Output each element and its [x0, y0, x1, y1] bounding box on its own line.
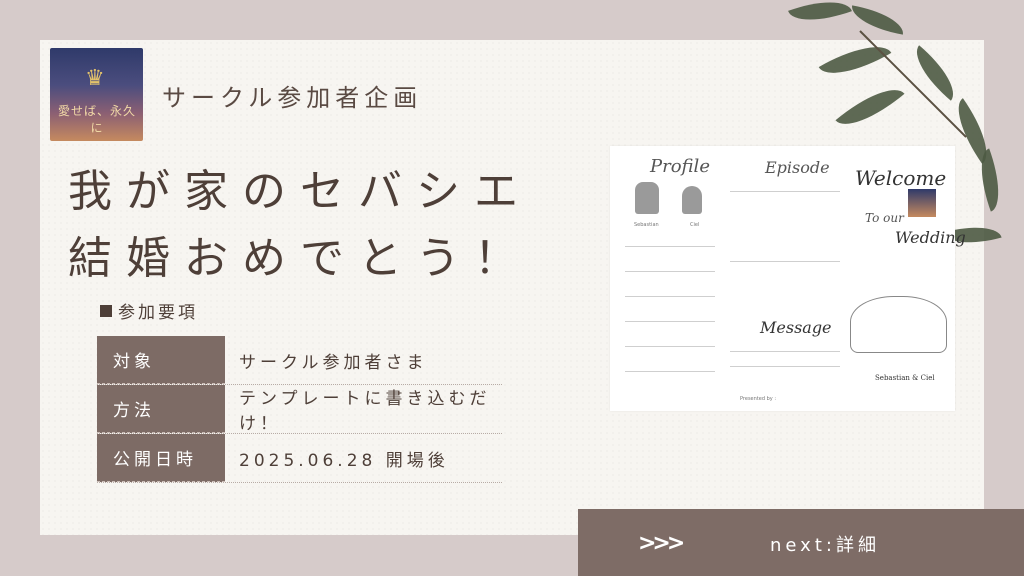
chevrons-right-icon: >>> — [638, 531, 685, 556]
preview-name-left: Sebastian — [634, 222, 659, 228]
section-heading-label: 参加要項 — [118, 303, 198, 323]
table-row: 対象 サークル参加者さま — [97, 336, 502, 385]
row-label: 公開日時 — [97, 434, 225, 482]
preview-welcome: Welcome — [855, 166, 947, 190]
preview-name-right: Ciel — [690, 222, 700, 228]
table-illustration-icon — [850, 296, 947, 353]
title-line-2: 結婚おめでとう！ — [68, 233, 532, 284]
row-value: テンプレートに書き込むだけ！ — [239, 389, 491, 434]
details-table: 対象 サークル参加者さま 方法 テンプレートに書き込むだけ！ 公開日時 2025… — [97, 336, 502, 483]
row-label: 方法 — [97, 385, 225, 433]
next-label: next:詳細 — [770, 535, 880, 556]
section-heading: 参加要項 — [100, 298, 198, 323]
preview-to-our: To our — [865, 211, 904, 225]
welcome-logo-thumbnail — [908, 189, 936, 217]
next-button[interactable]: >>> next:詳細 — [578, 509, 1024, 576]
row-value: サークル参加者さま — [239, 352, 428, 373]
crown-icon: ♛ — [85, 66, 105, 91]
logo-text: 愛せば、永久に — [57, 104, 136, 135]
title-line-1: 我が家のセバシエ — [68, 166, 532, 217]
page-subtitle: サークル参加者企画 — [162, 84, 423, 112]
square-bullet-icon — [100, 304, 112, 317]
preview-presented-by: Presented by : — [740, 396, 777, 402]
preview-couple-names: Sebastian & Ciel — [875, 374, 935, 382]
preview-wedding: Wedding — [895, 228, 966, 247]
preview-message-heading: Message — [760, 318, 832, 337]
template-preview: Profile Episode Welcome To our Wedding M… — [610, 146, 966, 411]
preview-episode-heading: Episode — [765, 158, 830, 177]
cat-silhouette-icon — [682, 186, 702, 214]
row-value: 2025.06.28 開場後 — [239, 450, 449, 471]
table-row: 方法 テンプレートに書き込むだけ！ — [97, 385, 502, 434]
preview-profile-heading: Profile — [650, 156, 710, 177]
dog-silhouette-icon — [635, 182, 659, 214]
table-row: 公開日時 2025.06.28 開場後 — [97, 434, 502, 483]
row-label: 対象 — [97, 336, 225, 384]
circle-logo: ♛ 愛せば、永久に — [50, 48, 143, 141]
